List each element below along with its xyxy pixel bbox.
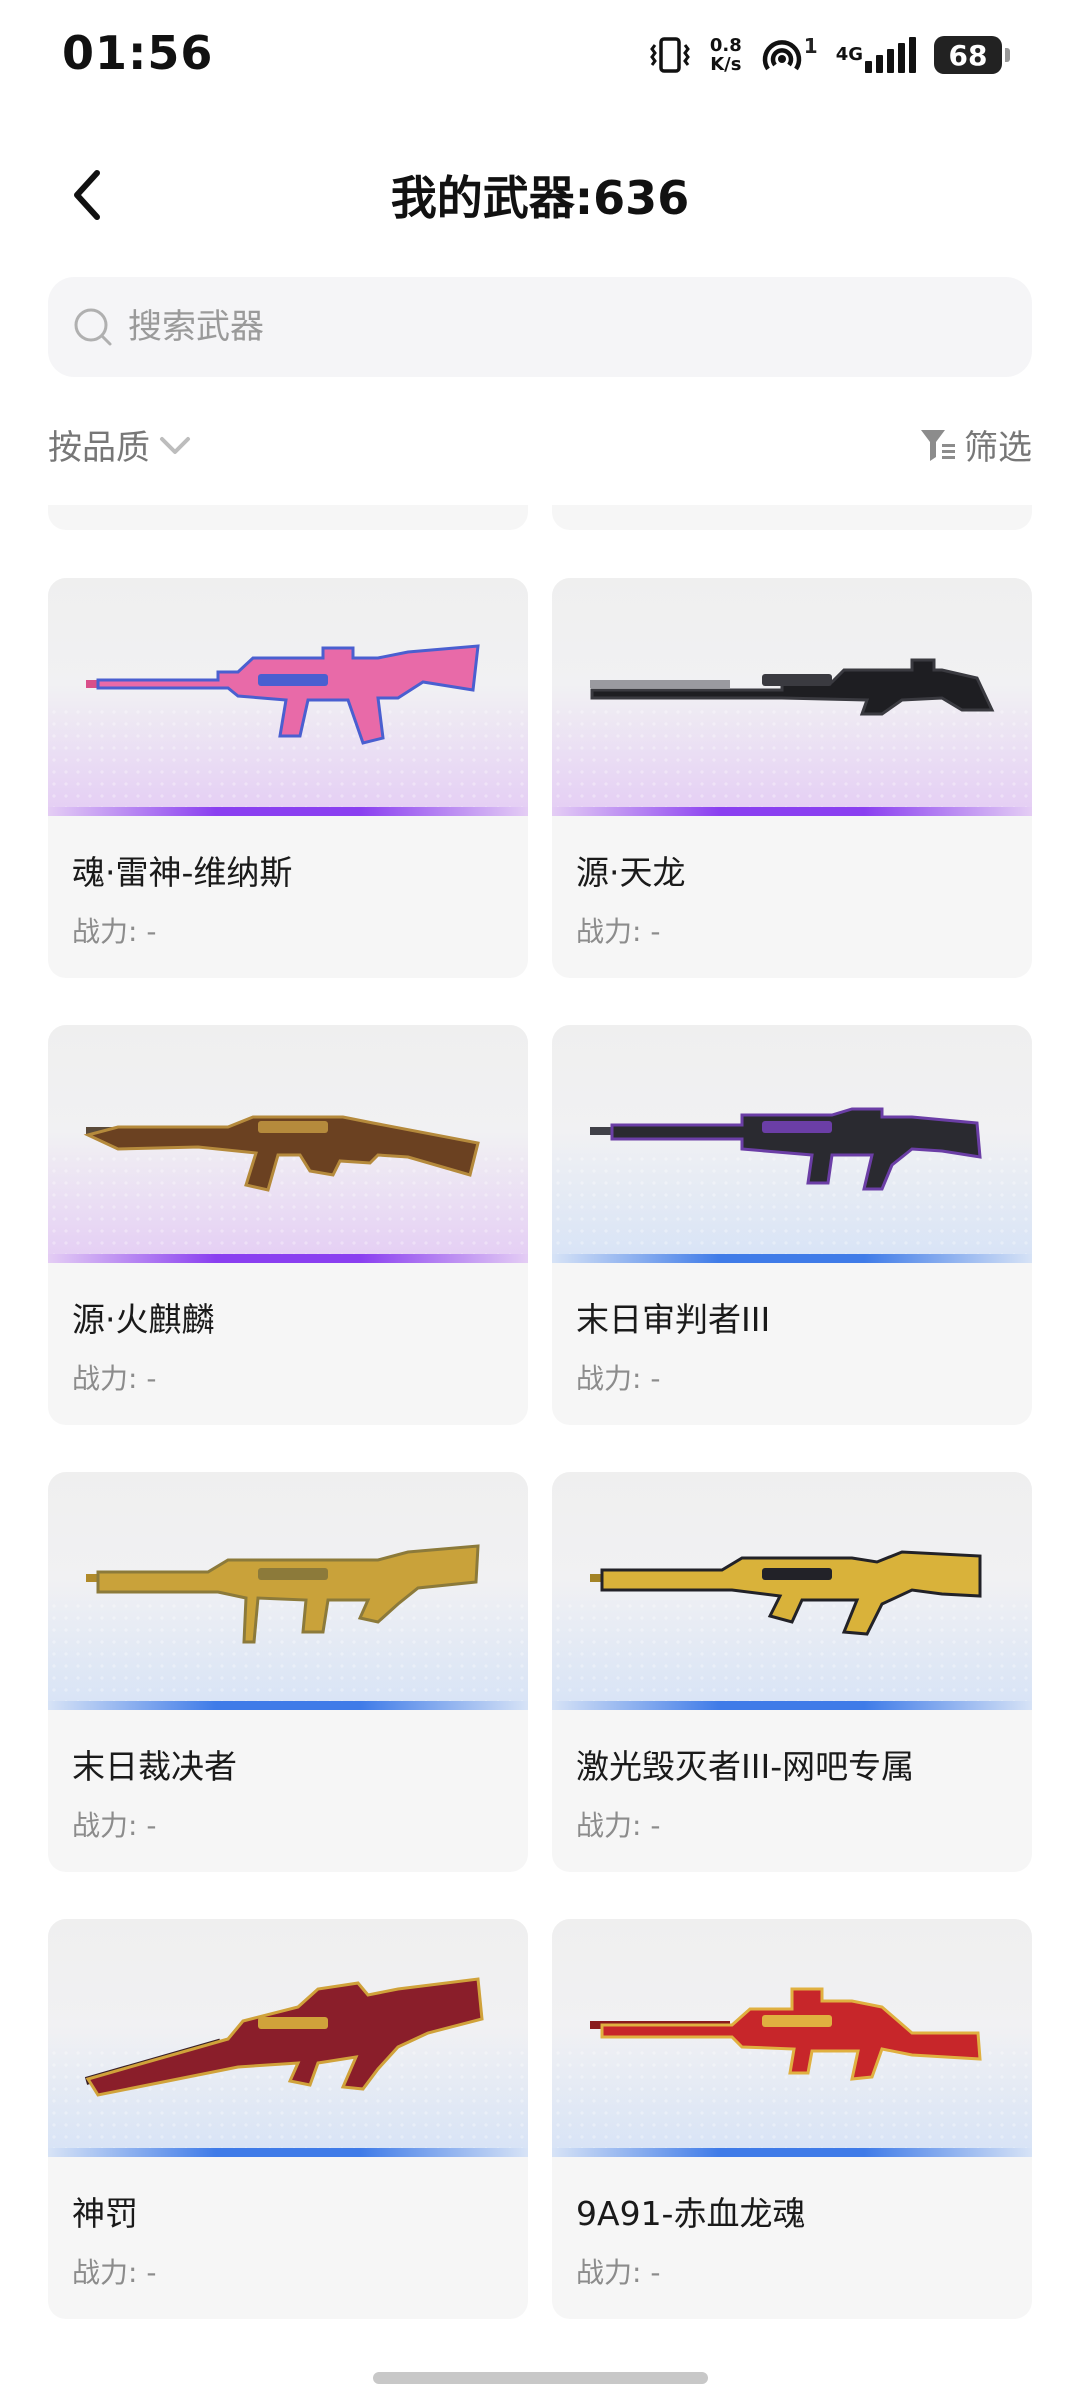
filter-label: 筛选 <box>964 428 1032 468</box>
weapon-card[interactable]: 末日审判者III 战力: - <box>552 1025 1032 1425</box>
ak-rifle-icon <box>83 1115 480 1192</box>
net-speed-value: 0.8 <box>709 35 742 56</box>
sort-label: 按品质 <box>48 428 150 468</box>
battle-rifle-icon <box>590 1107 982 1191</box>
net-speed: 0.8 K/s <box>710 36 742 74</box>
vibrate-icon <box>648 35 692 75</box>
sort-by-quality-button[interactable]: 按品质 <box>48 420 192 469</box>
header: 我的武器:636 <box>0 140 1080 250</box>
search-icon <box>74 308 112 346</box>
signal-bars <box>865 37 916 73</box>
weapon-power: 战力: - <box>576 915 661 948</box>
battery-level: 68 <box>934 36 1002 74</box>
weapon-power: 战力: - <box>576 1362 661 1395</box>
sniper-rifle-icon <box>590 658 995 716</box>
machine-gun-icon <box>86 1544 480 1644</box>
status-time: 01:56 <box>62 26 214 80</box>
weapon-image <box>48 1472 528 1710</box>
weapon-card[interactable]: 激光毁灭者III-网吧专属 战力: - <box>552 1472 1032 1872</box>
chevron-down-icon <box>160 436 190 454</box>
partial-row <box>0 505 1080 530</box>
weapon-image <box>552 1919 1032 2157</box>
weapon-card[interactable]: 源·天龙 战力: - <box>552 578 1032 978</box>
weapon-name: 末日裁决者 <box>72 1747 237 1786</box>
weapon-card[interactable]: 神罚 战力: - <box>48 1919 528 2319</box>
weapon-image <box>552 1472 1032 1710</box>
carbine-icon <box>590 1987 982 2081</box>
network-type: 4G <box>835 44 863 65</box>
weapon-image <box>552 578 1032 816</box>
weapon-name: 源·火麒麟 <box>72 1300 215 1339</box>
laser-rifle-icon <box>590 1550 982 1636</box>
status-icons: 0.8 K/s 1 4G 68 <box>648 30 1010 80</box>
partial-card[interactable] <box>552 505 1032 530</box>
weapon-power: 战力: - <box>576 1809 661 1842</box>
weapon-name: 激光毁灭者III-网吧专属 <box>576 1747 915 1786</box>
weapons-page: 01:56 0.8 K/s 1 4G 68 我的武器:636 搜索武器 按品质 … <box>0 0 1080 2403</box>
weapon-power: 战力: - <box>72 1809 157 1842</box>
weapon-name: 魂·雷神-维纳斯 <box>72 853 293 892</box>
weapon-card[interactable]: 9A91-赤血龙魂 战力: - <box>552 1919 1032 2319</box>
toolbar: 按品质 筛选 <box>48 420 1032 484</box>
battery-icon: 68 <box>934 36 1010 74</box>
hotspot-icon: 1 <box>760 34 818 75</box>
weapon-name: 末日审判者III <box>576 1300 771 1339</box>
weapon-name: 神罚 <box>72 2194 138 2233</box>
scoped-rifle-icon <box>84 1977 484 2097</box>
filter-button[interactable]: 筛选 <box>918 420 1032 469</box>
weapon-image <box>48 578 528 816</box>
weapon-image <box>48 1025 528 1263</box>
filter-icon <box>921 429 955 461</box>
weapon-name: 源·天龙 <box>576 853 686 892</box>
partial-card[interactable] <box>48 505 528 530</box>
search-input[interactable] <box>128 307 928 347</box>
net-speed-unit: K/s <box>710 54 742 75</box>
weapon-power: 战力: - <box>72 915 157 948</box>
signal-icon: 4G <box>836 37 916 73</box>
hotspot-count: 1 <box>803 34 818 58</box>
weapon-power: 战力: - <box>72 1362 157 1395</box>
assault-rifle-icon <box>86 644 480 745</box>
weapon-name: 9A91-赤血龙魂 <box>576 2194 806 2233</box>
weapon-power: 战力: - <box>576 2256 661 2289</box>
search-box[interactable] <box>48 277 1032 377</box>
weapon-card[interactable]: 源·火麒麟 战力: - <box>48 1025 528 1425</box>
page-title: 我的武器:636 <box>390 171 690 225</box>
home-indicator[interactable] <box>373 2372 708 2384</box>
weapon-image <box>48 1919 528 2157</box>
weapon-card[interactable]: 魂·雷神-维纳斯 战力: - <box>48 578 528 978</box>
weapon-card[interactable]: 末日裁决者 战力: - <box>48 1472 528 1872</box>
status-bar: 01:56 0.8 K/s 1 4G 68 <box>0 0 1080 110</box>
weapon-power: 战力: - <box>72 2256 157 2289</box>
weapon-image <box>552 1025 1032 1263</box>
